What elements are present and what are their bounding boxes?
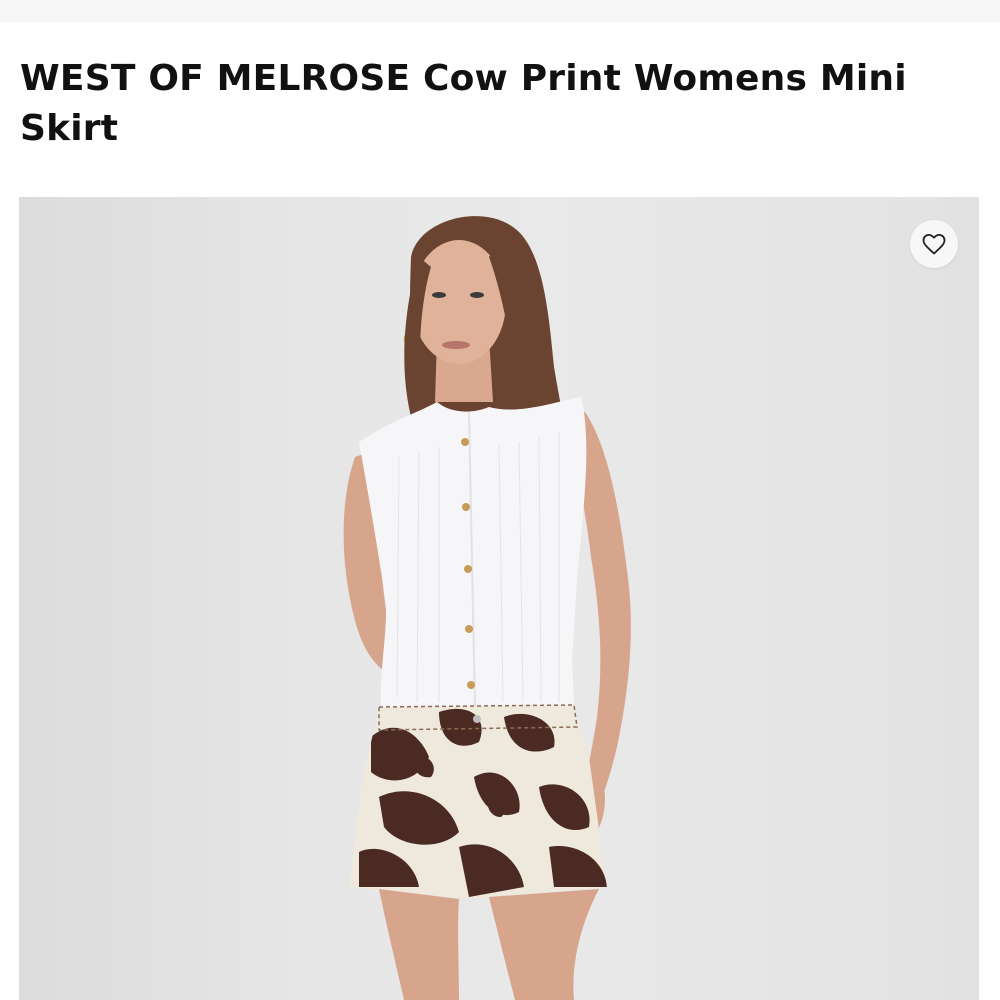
favorite-button[interactable]	[910, 220, 958, 268]
top-bar	[0, 0, 1000, 22]
product-title: WEST OF MELROSE Cow Print Womens Mini Sk…	[20, 58, 907, 149]
product-image[interactable]	[19, 197, 979, 1000]
heart-outline-icon	[922, 234, 946, 255]
